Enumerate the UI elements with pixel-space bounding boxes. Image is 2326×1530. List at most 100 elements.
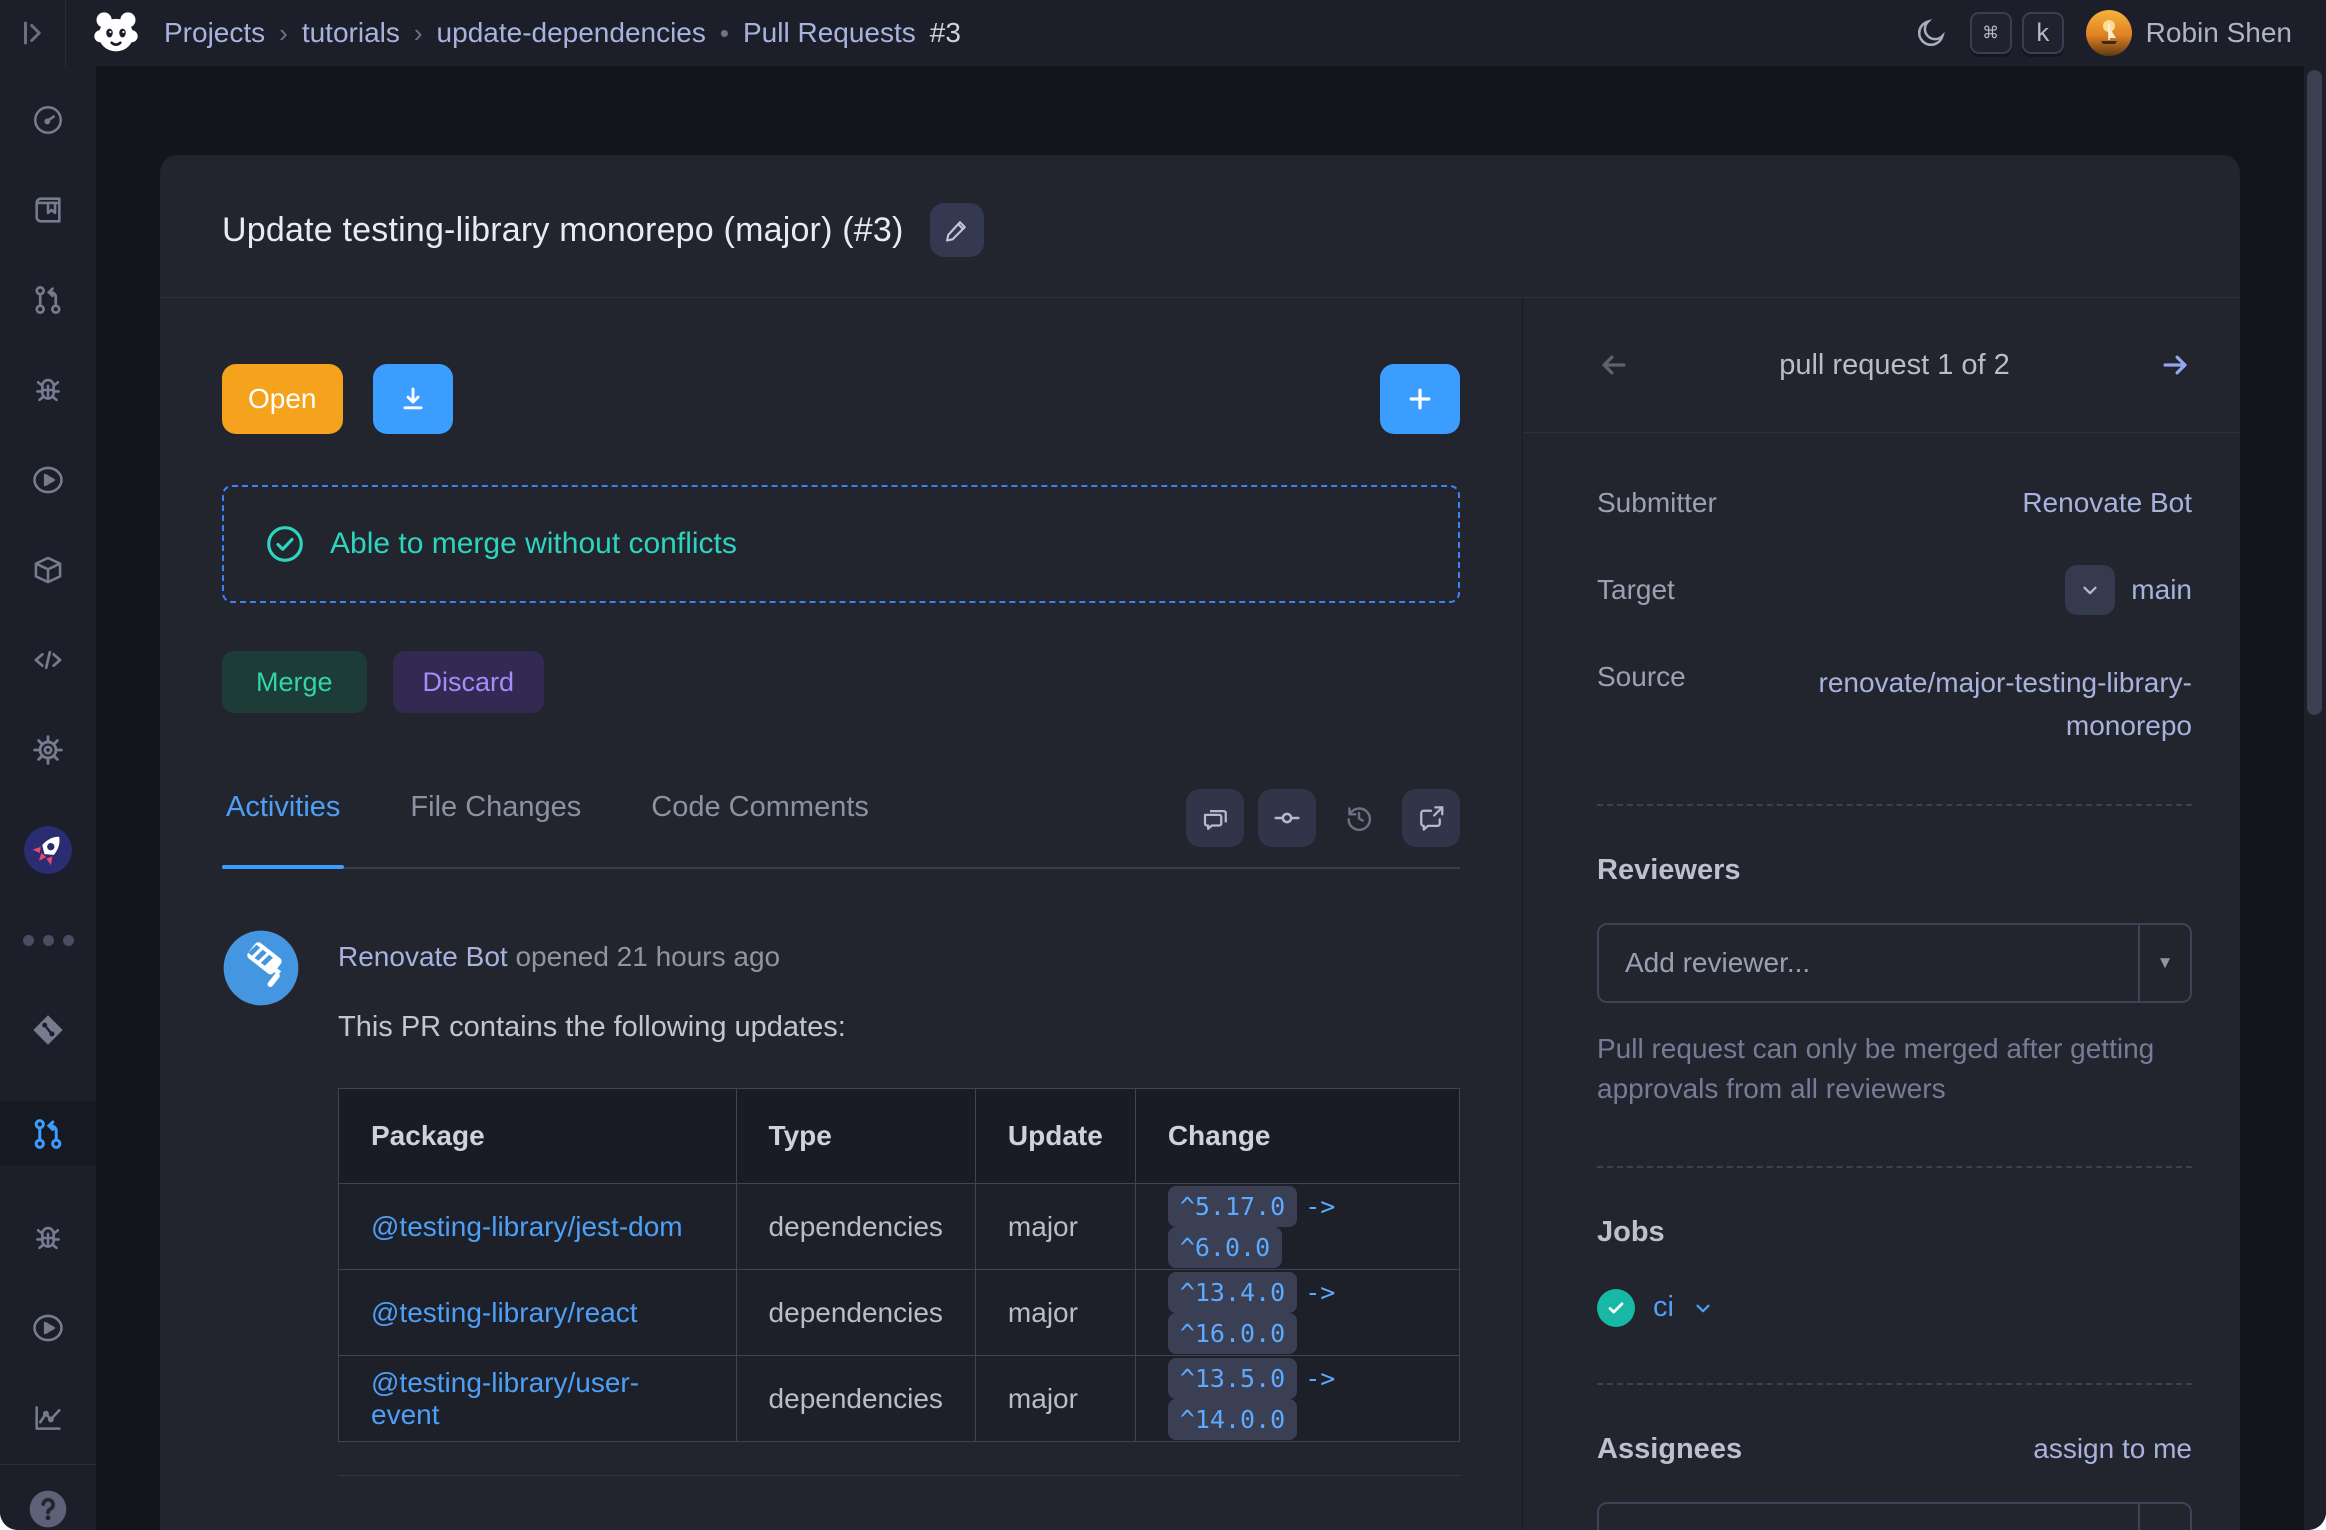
project-avatar[interactable]	[0, 832, 96, 868]
sidebar-item-pull-requests-active[interactable]	[0, 1102, 96, 1166]
target-branch-dropdown[interactable]	[2065, 565, 2115, 615]
target-branch-link[interactable]: main	[2131, 574, 2192, 606]
sidebar-item-project-builds[interactable]	[0, 1310, 96, 1346]
scrollbar-thumb[interactable]	[2307, 70, 2322, 715]
top-bar-right: ⌘ k Robin Shen	[1914, 10, 2292, 56]
assign-to-me-link[interactable]: assign to me	[2033, 1433, 2192, 1465]
sidebar-item-issues[interactable]	[0, 372, 96, 408]
show-commits-button[interactable]	[1258, 789, 1316, 847]
cell-change: ^13.4.0->^16.0.0	[1135, 1270, 1459, 1356]
job-success-icon	[1597, 1289, 1635, 1327]
sidebar-item-project-issues[interactable]	[0, 1220, 96, 1256]
cell-change: ^13.5.0->^14.0.0	[1135, 1356, 1459, 1442]
sidebar-item-settings[interactable]	[0, 732, 96, 768]
breadcrumb-tutorials[interactable]: tutorials	[302, 17, 400, 49]
shortcut-keys: ⌘ k	[1970, 12, 2064, 54]
pr-pager-label: pull request 1 of 2	[1779, 349, 2010, 382]
user-menu[interactable]: Robin Shen	[2086, 10, 2292, 56]
show-comments-button[interactable]	[1186, 789, 1244, 847]
main-area: Update testing-library monorepo (major) …	[96, 66, 2326, 1530]
table-row: @testing-library/jest-dom dependencies m…	[339, 1184, 1460, 1270]
download-icon	[398, 384, 428, 414]
target-row: Target main	[1597, 565, 2192, 615]
tab-activities[interactable]: Activities	[222, 783, 344, 867]
breadcrumb-repo[interactable]: update-dependencies	[437, 17, 706, 49]
arrow-glyph: ->	[1305, 1192, 1335, 1221]
gear-icon	[31, 733, 65, 767]
sidebar-item-docs[interactable]	[0, 192, 96, 228]
download-patch-button[interactable]	[373, 364, 453, 434]
history-button[interactable]	[1330, 789, 1388, 847]
add-comment-button[interactable]	[1380, 364, 1460, 434]
gauge-icon	[31, 103, 65, 137]
previous-pr-button[interactable]	[1597, 348, 1631, 382]
merge-action-row: Merge Discard	[222, 651, 1460, 713]
tab-file-changes[interactable]: File Changes	[406, 783, 585, 867]
pencil-icon	[943, 216, 971, 244]
submitter-link[interactable]: Renovate Bot	[2022, 487, 2192, 519]
discard-button[interactable]: Discard	[393, 651, 545, 713]
open-comment-window-button[interactable]	[1402, 789, 1460, 847]
plus-icon	[1405, 384, 1435, 414]
app-logo[interactable]	[90, 7, 142, 59]
source-row: Source renovate/major-testing-library-mo…	[1597, 661, 2192, 748]
project-more-menu[interactable]	[0, 922, 96, 958]
version-from: ^13.4.0	[1168, 1272, 1297, 1313]
pr-title: Update testing-library monorepo (major) …	[222, 211, 904, 250]
tab-code-comments[interactable]: Code Comments	[647, 783, 873, 867]
add-assignee-placeholder: Add assignee...	[1599, 1504, 2138, 1530]
sidebar-item-dashboard[interactable]	[0, 102, 96, 138]
dashed-divider	[1597, 804, 2192, 806]
source-branch-link[interactable]: renovate/major-testing-library-monorepo	[1772, 661, 2192, 748]
assignees-heading-row: Assignees assign to me	[1597, 1433, 2192, 1466]
next-pr-button[interactable]	[2158, 348, 2192, 382]
comment-author-link[interactable]: Renovate Bot	[338, 941, 508, 972]
sidebar	[0, 66, 96, 1530]
cell-update: major	[975, 1270, 1135, 1356]
sidebar-item-pull-requests[interactable]	[0, 282, 96, 318]
sidebar-item-code[interactable]	[0, 642, 96, 678]
table-header-row: Package Type Update Change	[339, 1089, 1460, 1184]
package-link[interactable]: @testing-library/user-event	[371, 1367, 639, 1430]
merge-button[interactable]: Merge	[222, 651, 367, 713]
package-box-icon	[31, 553, 65, 587]
help-button[interactable]	[0, 1491, 96, 1527]
version-from: ^13.5.0	[1168, 1358, 1297, 1399]
job-ci-link[interactable]: ci	[1653, 1291, 1674, 1324]
arrow-glyph: ->	[1305, 1278, 1335, 1307]
pull-request-icon	[31, 283, 65, 317]
play-circle-icon	[31, 1311, 65, 1345]
sidebar-item-builds[interactable]	[0, 462, 96, 498]
add-assignee-select[interactable]: Add assignee... ▼	[1597, 1502, 2192, 1530]
reviewers-help-text: Pull request can only be merged after ge…	[1597, 1029, 2192, 1110]
breadcrumb-projects[interactable]: Projects	[164, 17, 265, 49]
col-header-package: Package	[339, 1089, 737, 1184]
rocket-avatar-icon	[22, 824, 74, 876]
jobs-heading: Jobs	[1597, 1216, 2192, 1249]
package-link[interactable]: @testing-library/jest-dom	[371, 1211, 683, 1242]
sidebar-expand-button[interactable]	[0, 0, 66, 66]
version-to: ^14.0.0	[1168, 1399, 1297, 1440]
sidebar-item-git-code[interactable]	[0, 1012, 96, 1048]
edit-title-button[interactable]	[930, 203, 984, 257]
cell-update: major	[975, 1356, 1135, 1442]
breadcrumb: Projects › tutorials › update-dependenci…	[164, 17, 961, 49]
sidebar-item-packages[interactable]	[0, 552, 96, 588]
pull-request-active-icon	[30, 1116, 66, 1152]
arrow-left-icon	[1597, 348, 1631, 382]
pr-detail-column: Open	[160, 298, 1522, 1530]
package-link[interactable]: @testing-library/react	[371, 1297, 638, 1328]
dark-mode-moon-icon[interactable]	[1914, 16, 1948, 50]
bubble-arrow-out-icon	[1416, 803, 1446, 833]
cell-change: ^5.17.0->^6.0.0	[1135, 1184, 1459, 1270]
panel-divider	[1523, 432, 2240, 433]
sidebar-item-stats[interactable]	[0, 1400, 96, 1436]
job-ci-row[interactable]: ci	[1597, 1289, 2192, 1327]
history-clock-icon	[1343, 802, 1375, 834]
add-reviewer-select[interactable]: Add reviewer... ▼	[1597, 923, 2192, 1003]
dashed-divider	[1597, 1166, 2192, 1168]
scrollbar-track[interactable]	[2304, 66, 2326, 1530]
submitter-row: Submitter Renovate Bot	[1597, 487, 2192, 519]
cell-type: dependencies	[736, 1356, 975, 1442]
breadcrumb-pull-requests[interactable]: Pull Requests	[743, 17, 916, 49]
